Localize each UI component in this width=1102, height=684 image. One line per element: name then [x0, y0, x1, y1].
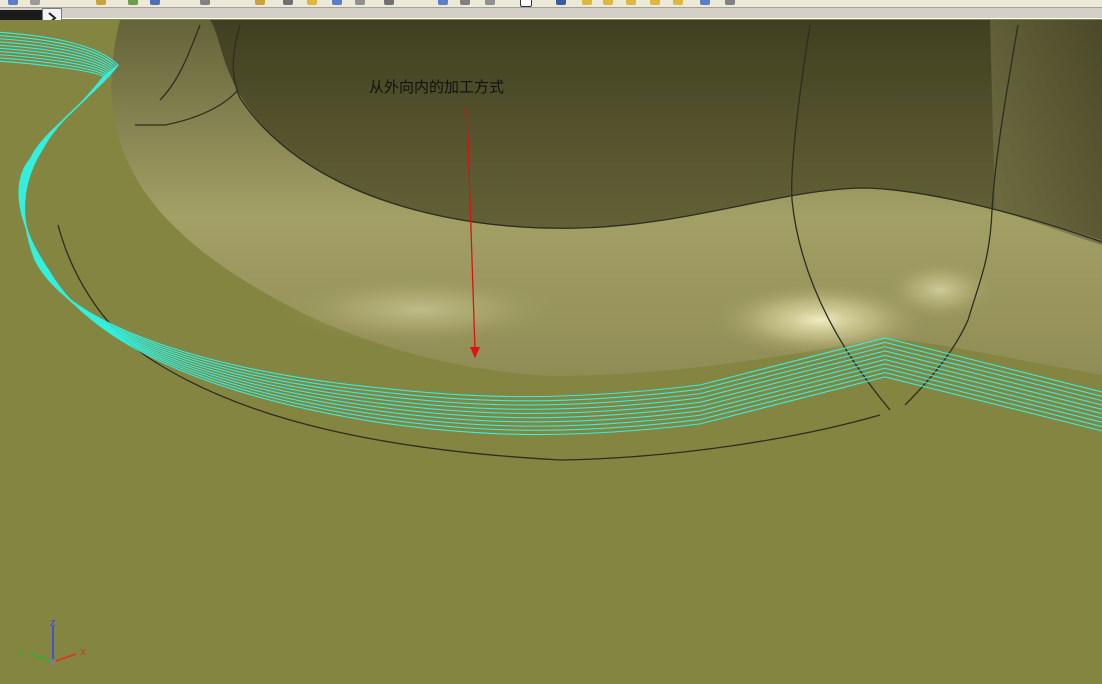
toolbar-icon[interactable] [650, 0, 660, 5]
toolbar-icon[interactable] [626, 0, 636, 5]
toolbar-icon[interactable] [673, 0, 683, 5]
toolbar-icon[interactable] [556, 0, 566, 5]
toolbar-icon[interactable] [485, 0, 495, 5]
toolbar-icon[interactable] [96, 0, 106, 5]
toolbar-icon[interactable] [307, 0, 317, 5]
specular-highlight [280, 275, 560, 345]
toolbar-icon[interactable] [30, 0, 40, 5]
toolbar-icon[interactable] [200, 0, 210, 5]
specular-highlight [885, 260, 995, 320]
toolbar-icon[interactable] [700, 0, 710, 5]
toolbar-border [0, 8, 1102, 19]
cad-window: 从外向内的加工方式 Z Y X [0, 0, 1102, 684]
annotation-label: 从外向内的加工方式 [369, 78, 505, 96]
toolbar-icon[interactable] [150, 0, 160, 5]
toolbar-icon[interactable] [128, 0, 138, 5]
toolbar-icon[interactable] [520, 0, 532, 7]
toolbar-icon[interactable] [283, 0, 293, 5]
model-render[interactable] [0, 20, 1102, 684]
z-axis-label: Z [50, 619, 56, 628]
toolbar-icon[interactable] [725, 0, 735, 5]
toolbar-icon[interactable] [438, 0, 448, 5]
toolbar-icon[interactable] [460, 0, 470, 5]
toolbar-icon[interactable] [332, 0, 342, 5]
toolbar-icon[interactable] [603, 0, 613, 5]
wall-shade [990, 20, 1102, 245]
toolbar-icon[interactable] [355, 0, 365, 5]
toolbar-icon[interactable] [255, 0, 265, 5]
axis-triad-icon: Z Y X [12, 618, 92, 670]
toolbar [0, 0, 1102, 8]
toolbar-icon[interactable] [8, 0, 18, 5]
toolbar-icon[interactable] [582, 0, 592, 5]
3d-viewport[interactable] [0, 20, 1102, 684]
x-axis-label: X [80, 648, 86, 657]
y-axis-label: Y [17, 649, 23, 658]
toolbar-icon[interactable] [384, 0, 394, 5]
